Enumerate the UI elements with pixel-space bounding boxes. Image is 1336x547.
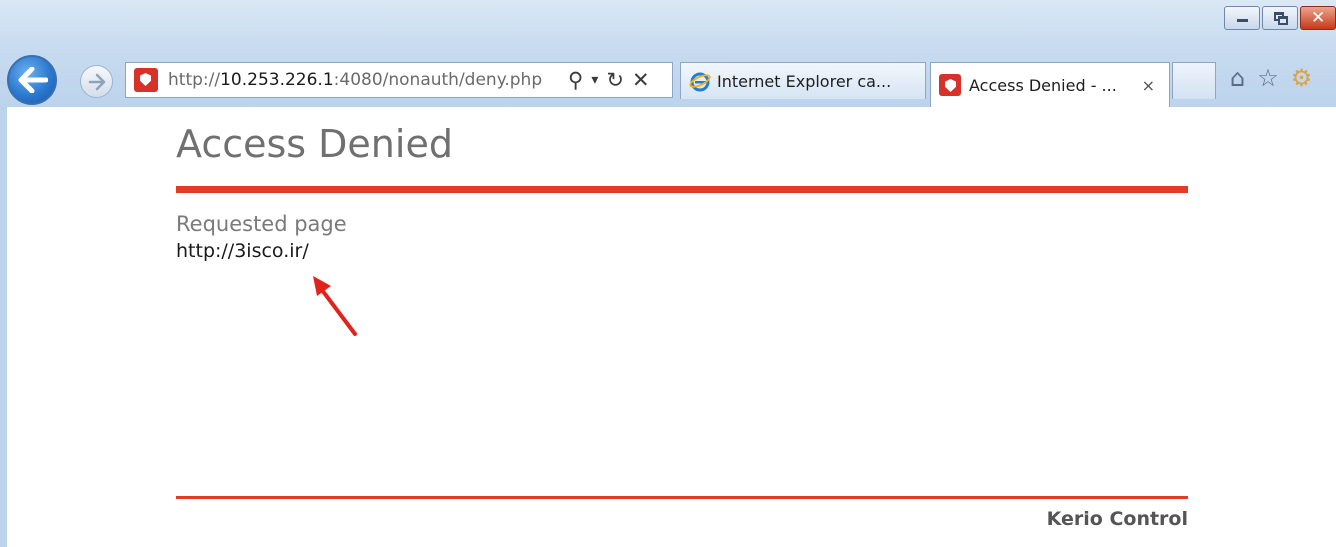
search-icon[interactable]: ⚲ bbox=[568, 68, 583, 92]
tab-label: Access Denied - ... bbox=[969, 75, 1117, 95]
window-frame-left bbox=[0, 107, 7, 547]
ie-icon bbox=[689, 72, 711, 92]
refresh-icon[interactable]: ↻ bbox=[606, 68, 624, 92]
red-arrow-annotation bbox=[313, 276, 357, 336]
back-button[interactable] bbox=[7, 55, 57, 105]
page-title: Access Denied bbox=[176, 122, 453, 166]
tab-close-icon[interactable]: × bbox=[1142, 76, 1155, 95]
requested-page-label: Requested page bbox=[176, 212, 347, 236]
close-window-button[interactable]: ✕ bbox=[1300, 6, 1336, 30]
footer-divider bbox=[176, 496, 1188, 499]
address-bar[interactable]: http://10.253.226.1:4080/nonauth/deny.ph… bbox=[125, 62, 673, 98]
restore-button[interactable] bbox=[1262, 6, 1298, 30]
kerio-favicon-icon bbox=[134, 68, 158, 92]
close-icon: ✕ bbox=[1311, 8, 1326, 28]
kerio-favicon-icon bbox=[939, 74, 961, 96]
home-icon[interactable]: ⌂ bbox=[1230, 64, 1245, 92]
tab-access-denied[interactable]: Access Denied - ... × bbox=[930, 62, 1170, 107]
tab-internet-explorer[interactable]: Internet Explorer ca... bbox=[680, 62, 926, 99]
back-arrow-icon bbox=[18, 67, 48, 93]
forward-button[interactable] bbox=[80, 65, 113, 98]
window-controls: ✕ bbox=[1224, 6, 1336, 32]
address-actions: ⚲ ▾ ↻ ✕ bbox=[568, 68, 650, 92]
dropdown-icon[interactable]: ▾ bbox=[591, 72, 598, 88]
header-divider bbox=[176, 186, 1188, 193]
minimize-icon bbox=[1237, 19, 1248, 22]
toolbar-icons: ⌂ ☆ ⚙ bbox=[1230, 64, 1312, 92]
tab-label: Internet Explorer ca... bbox=[717, 71, 892, 91]
stop-icon[interactable]: ✕ bbox=[632, 68, 650, 92]
new-tab-button[interactable] bbox=[1172, 62, 1216, 99]
minimize-button[interactable] bbox=[1224, 6, 1260, 30]
footer-brand: Kerio Control bbox=[1046, 508, 1188, 530]
favorites-icon[interactable]: ☆ bbox=[1257, 64, 1279, 92]
address-url[interactable]: http://10.253.226.1:4080/nonauth/deny.ph… bbox=[168, 70, 558, 90]
tools-gear-icon[interactable]: ⚙ bbox=[1291, 64, 1313, 92]
forward-arrow-icon bbox=[88, 73, 106, 91]
requested-page-url: http://3isco.ir/ bbox=[176, 240, 309, 262]
browser-chrome: ✕ http://10.253.226.1:4080/nonauth/deny.… bbox=[0, 0, 1336, 107]
